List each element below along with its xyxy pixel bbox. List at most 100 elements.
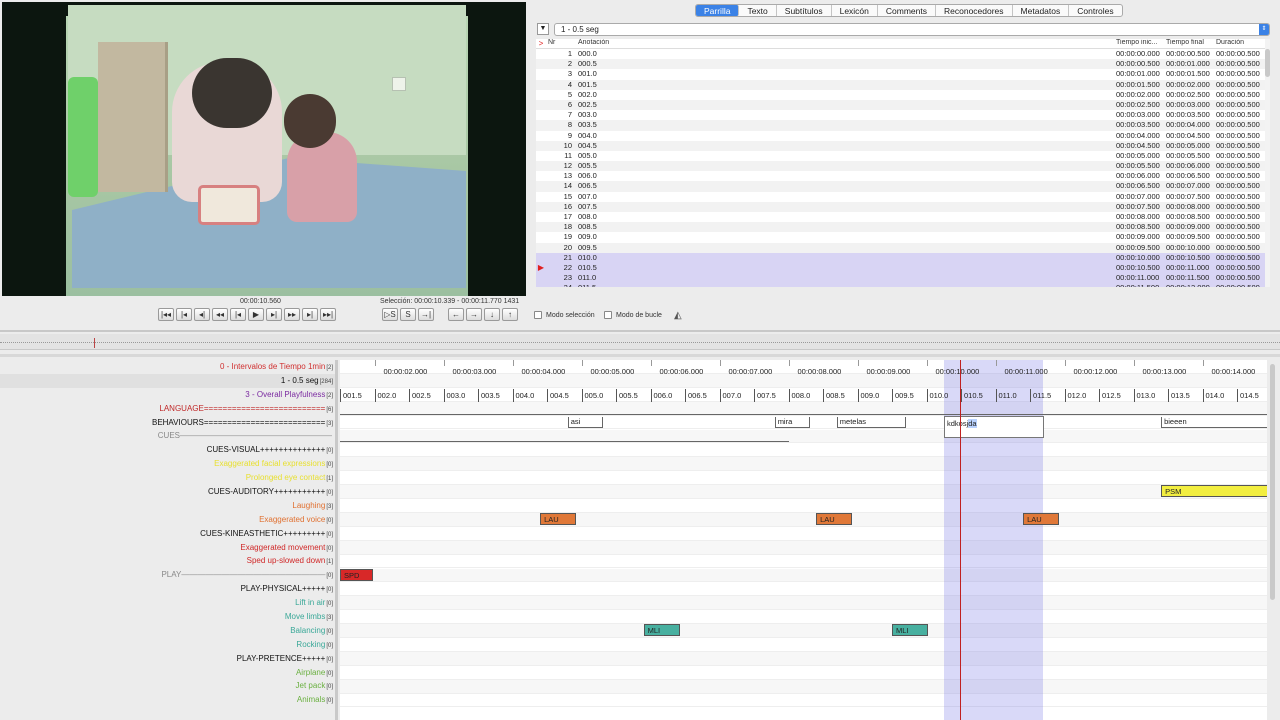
timeline-row[interactable] (340, 512, 1267, 527)
table-row[interactable]: 5 002.0 00:00:02.000 00:00:02.500 00:00:00.5… (536, 90, 1270, 100)
timeline-row[interactable] (340, 499, 1267, 513)
segment-label[interactable]: 006.5 (685, 388, 720, 402)
table-row[interactable]: 3 001.0 00:00:01.000 00:00:01.500 00:00:00.5… (536, 69, 1270, 79)
row-annotation[interactable]: 011.0 (576, 273, 1116, 283)
tier-label[interactable]: 3 - Overall Playfulness[2] (0, 388, 335, 402)
transport-button-8[interactable]: ▸| (302, 308, 318, 321)
row-annotation[interactable]: 009.5 (576, 243, 1116, 253)
transport-button-4[interactable]: |◂ (230, 308, 246, 321)
tab-parrilla[interactable]: Parrilla (696, 5, 740, 16)
segment-label[interactable]: 007.0 (719, 388, 755, 402)
segment-label[interactable]: 009.5 (892, 388, 927, 402)
video-player[interactable] (2, 2, 526, 296)
nav-button-2[interactable]: ↓ (484, 308, 500, 321)
tab-lexicón[interactable]: Lexicón (832, 5, 878, 16)
tier-label[interactable]: BEHAVIOURS==========================[3] (0, 416, 335, 430)
table-row[interactable]: 24011.500:00:11.50000:00:12.00000:00:00.… (536, 283, 1270, 287)
segment-label[interactable]: 003.0 (443, 388, 479, 402)
splitter[interactable] (0, 330, 1280, 332)
segment-label[interactable]: 014.5 (1237, 388, 1267, 402)
segment-label[interactable]: 002.0 (374, 388, 410, 402)
row-annotation[interactable]: 003.0 (576, 110, 1116, 120)
transport-button-6[interactable]: ▸| (266, 308, 282, 321)
playhead[interactable] (960, 360, 961, 720)
laughing-annotation[interactable]: LAU (816, 512, 853, 525)
tab-subtítulos[interactable]: Subtítulos (777, 5, 832, 16)
tier-label[interactable]: CUES-KINEASTHETIC+++++++++[0] (0, 527, 335, 541)
timeline-row[interactable] (340, 568, 1267, 583)
row-annotation[interactable]: 006.0 (576, 171, 1116, 181)
tab-comments[interactable]: Comments (878, 5, 936, 16)
tier-label[interactable]: CUES-VISUAL++++++++++++++[0] (0, 443, 335, 457)
tier-label[interactable]: 0 - Intervalos de Tiempo 1min[2] (0, 360, 335, 374)
tier-label[interactable]: Animals[0] (0, 693, 335, 707)
segment-label[interactable]: 012.5 (1099, 388, 1134, 402)
row-annotation[interactable]: 008.0 (576, 212, 1116, 222)
sped-annotation[interactable]: SPD (340, 568, 373, 581)
row-annotation[interactable]: 004.0 (576, 131, 1116, 141)
header-duration[interactable]: Duración (1216, 39, 1266, 48)
transport-button-5[interactable]: ▶ (248, 308, 264, 321)
tier-label[interactable]: Laughing[3] (0, 499, 335, 513)
transport-button-9[interactable]: ▸▸| (320, 308, 336, 321)
scroll-thumb[interactable] (1270, 364, 1275, 600)
row-annotation[interactable]: 000.5 (576, 59, 1116, 69)
segment-label[interactable]: 006.0 (650, 388, 686, 402)
transport-button-0[interactable]: |◂◂ (158, 308, 174, 321)
timeline-row[interactable] (340, 443, 1267, 458)
timeline-row[interactable] (340, 540, 1267, 555)
tier-label[interactable]: Prolonged eye contact[1] (0, 471, 335, 485)
transport-button-2[interactable]: ◂| (194, 308, 210, 321)
tab-metadatos[interactable]: Metadatos (1013, 5, 1070, 16)
timeline-row[interactable] (340, 582, 1267, 597)
table-row[interactable]: 6 002.5 00:00:02.500 00:00:03.000 00:00:00.5… (536, 99, 1270, 111)
table-row[interactable]: 15 007.0 00:00:07.000 00:00:07.500 00:00:00.… (536, 192, 1270, 202)
selection-button-0[interactable]: ▷S (382, 308, 398, 321)
grid-scrollbar[interactable] (1265, 39, 1270, 287)
move-limbs-annotation[interactable]: MLI (643, 624, 680, 637)
selection-button-2[interactable]: →| (418, 308, 434, 321)
table-row[interactable]: 19 009.0 00:00:09.000 00:00:09.500 00:00:00.… (536, 232, 1270, 242)
tier-label[interactable]: Rocking[0] (0, 638, 335, 652)
table-row[interactable]: 21 010.0 00:00:10.000 00:00:10.500 00:00:00.… (536, 252, 1270, 263)
timeline-row[interactable] (340, 555, 1267, 569)
row-annotation[interactable]: 009.0 (576, 232, 1116, 242)
row-annotation[interactable]: 001.5 (576, 80, 1116, 90)
table-row[interactable]: 8 003.5 00:00:03.500 00:00:04.000 00:00:00.5… (536, 120, 1270, 131)
segment-label[interactable]: 013.5 (1168, 388, 1203, 402)
table-row[interactable]: 20 009.5 00:00:09.500 00:00:10.000 00:00:00.… (536, 242, 1270, 253)
transport-button-7[interactable]: ▸▸ (284, 308, 300, 321)
tab-controles[interactable]: Controles (1069, 5, 1121, 16)
table-row[interactable]: 12 005.5 00:00:05.500 00:00:06.000 00:00:00.… (536, 161, 1270, 172)
tier-menu-button[interactable]: ▼ (537, 23, 549, 35)
tier-label[interactable]: PLAY——————————————————[0] (0, 568, 335, 582)
row-annotation[interactable]: 005.5 (576, 161, 1116, 171)
tier-label[interactable]: CUES-AUDITORY+++++++++++[0] (0, 485, 335, 499)
tier-label[interactable]: PLAY-PRETENCE+++++[0] (0, 652, 335, 666)
row-annotation[interactable]: 002.5 (576, 100, 1116, 110)
checkbox-box[interactable] (604, 311, 612, 319)
segment-label[interactable]: 007.5 (754, 388, 789, 402)
laughing-annotation[interactable]: LAU (1023, 512, 1060, 525)
timeline-row[interactable] (340, 679, 1267, 694)
checkbox-box[interactable] (534, 311, 542, 319)
language-annotation[interactable]: asi (567, 416, 603, 428)
table-row[interactable]: 23 011.0 00:00:11.000 00:00:11.500 00:00:00.… (536, 273, 1270, 284)
table-row[interactable]: 4 001.5 00:00:01.500 00:00:02.000 00:00:00.5… (536, 79, 1270, 90)
timeline-row[interactable] (340, 624, 1267, 638)
volume-icon[interactable]: ◭ (674, 310, 682, 321)
row-annotation[interactable]: 002.0 (576, 90, 1116, 100)
segment-label[interactable]: 003.5 (478, 388, 513, 402)
transport-button-3[interactable]: ◂◂ (212, 308, 228, 321)
segment-label[interactable]: 010.0 (926, 388, 962, 402)
segment-label[interactable]: 012.0 (1064, 388, 1100, 402)
splitter[interactable] (0, 354, 1280, 357)
tier-label[interactable]: Exaggerated voice[0] (0, 513, 335, 527)
row-annotation[interactable]: 000.0 (576, 49, 1116, 59)
segment-label[interactable]: 010.5 (961, 388, 996, 402)
table-row[interactable]: 13 006.0 00:00:06.000 00:00:06.500 00:00:00.… (536, 171, 1270, 181)
timeline-scrollbar[interactable] (1269, 360, 1277, 600)
tier-label[interactable]: Balancing[0] (0, 624, 335, 638)
table-row[interactable]: 7 003.0 00:00:03.000 00:00:03.500 00:00:00.5… (536, 110, 1270, 120)
table-row[interactable]: 16 007.5 00:00:07.500 00:00:08.000 00:00:00.… (536, 201, 1270, 212)
